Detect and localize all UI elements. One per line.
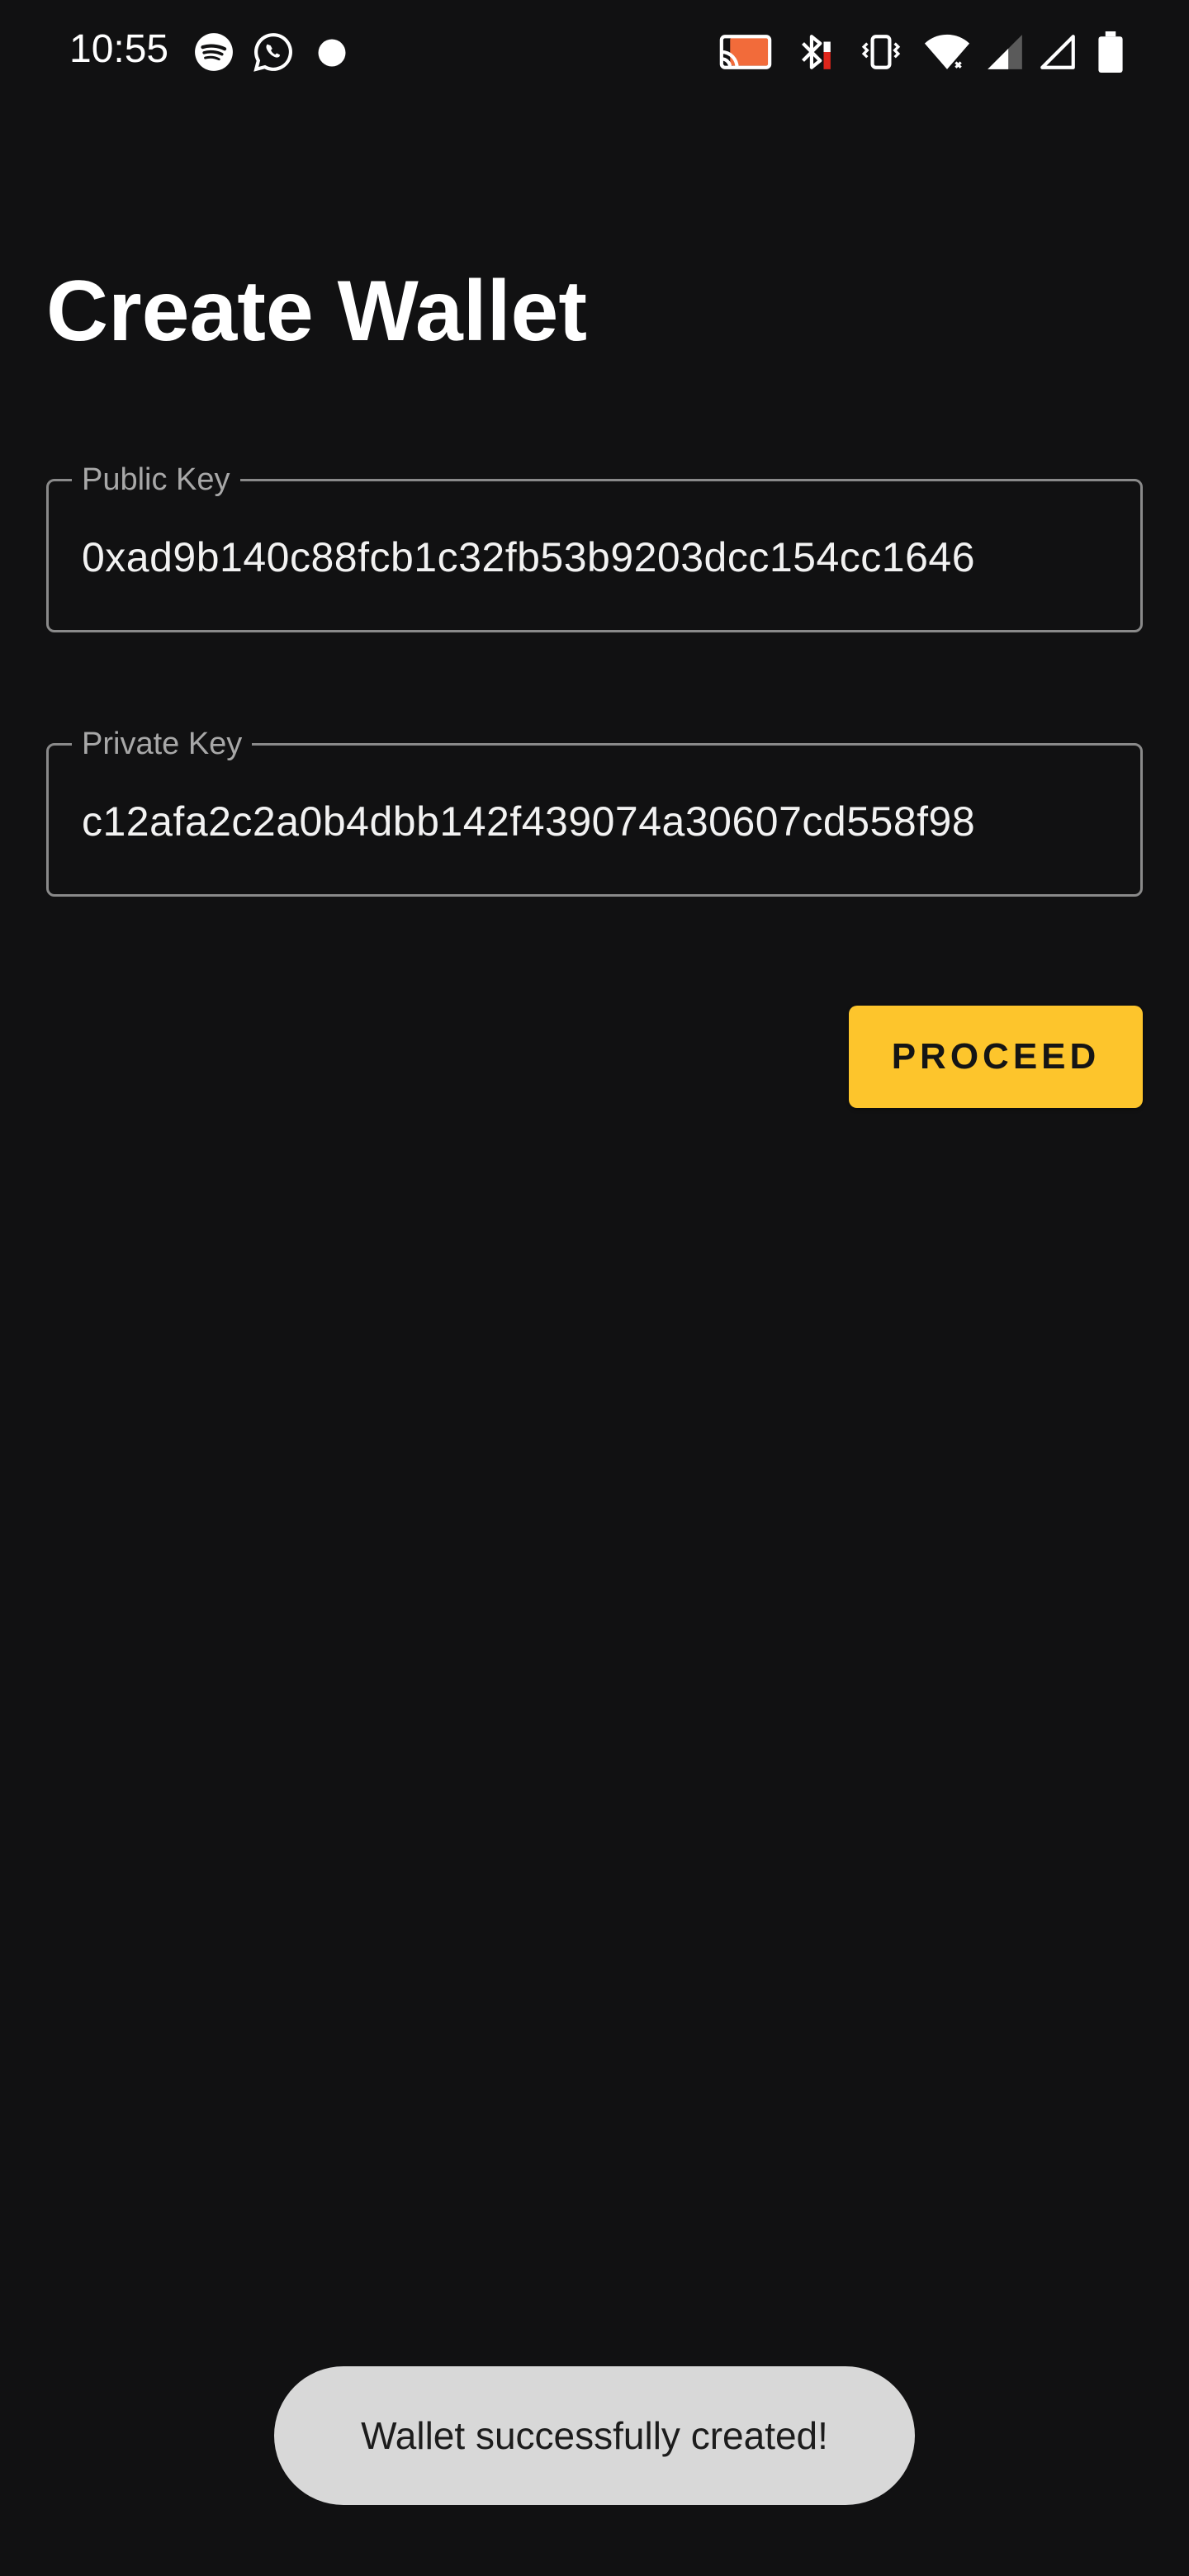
- signal-icon: [984, 31, 1026, 73]
- notification-dot-icon: [317, 38, 347, 68]
- proceed-button[interactable]: PROCEED: [849, 1006, 1143, 1108]
- status-bar: 10:55: [0, 0, 1189, 107]
- cast-icon: [717, 31, 775, 73]
- private-key-label: Private Key: [72, 724, 253, 764]
- spotify-icon: [193, 31, 234, 73]
- whatsapp-icon: [253, 31, 294, 73]
- bluetooth-icon: [793, 31, 834, 73]
- vibrate-icon: [860, 31, 902, 73]
- signal-empty-icon: [1037, 31, 1078, 73]
- public-key-field[interactable]: Public Key 0xad9b140c88fcb1c32fb53b9203d…: [46, 460, 1143, 632]
- battery-icon: [1097, 31, 1125, 73]
- private-key-input[interactable]: c12afa2c2a0b4dbb142f439074a30607cd558f98: [82, 795, 1107, 848]
- toast-message: Wallet successfully created!: [274, 2366, 915, 2505]
- public-key-label: Public Key: [72, 460, 240, 500]
- public-key-input[interactable]: 0xad9b140c88fcb1c32fb53b9203dcc154cc1646: [82, 531, 1107, 584]
- screen: 10:55 Create Wallet Public Key 0xad9b140…: [0, 0, 1189, 2576]
- page-title: Create Wallet: [46, 263, 588, 359]
- status-time: 10:55: [69, 27, 169, 71]
- wifi-icon: [921, 31, 973, 73]
- private-key-field[interactable]: Private Key c12afa2c2a0b4dbb142f439074a3…: [46, 724, 1143, 897]
